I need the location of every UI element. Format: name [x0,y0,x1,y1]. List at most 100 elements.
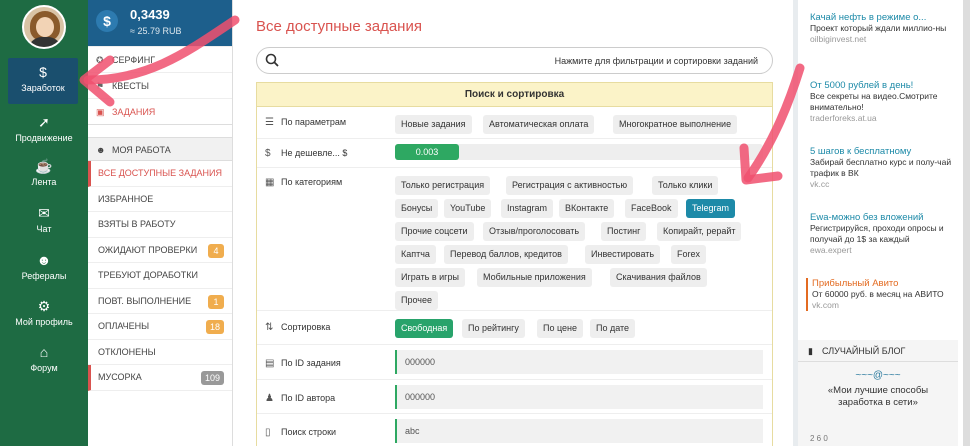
category-chip[interactable]: Регистрация с активностью [506,176,634,195]
search-icon [265,53,279,67]
search-string-input[interactable]: abc [395,419,763,443]
menu-label: СЕРФИНГ [112,55,156,65]
category-chip[interactable]: Постинг [601,222,647,241]
category-chip[interactable]: Играть в игры [395,268,465,287]
category-chip[interactable]: Скачивания файлов [610,268,707,287]
category-chip[interactable]: Прочие соцсети [395,222,474,241]
ad-block[interactable]: От 5000 рублей в день! Все секреты на ви… [810,80,960,124]
sort-option[interactable]: По дате [590,319,636,338]
category-chip-selected[interactable]: Telegram [686,199,736,218]
category-chip[interactable]: Бонусы [395,199,439,218]
min-price-value[interactable]: 0.003 [395,144,459,160]
param-chip[interactable]: Многократное выполнение [613,115,738,134]
menu-item-quests[interactable]: ⚑ КВЕСТЫ [88,72,232,98]
category-chip[interactable]: ВКонтакте [559,199,615,218]
coffee-icon: ☕ [35,158,53,174]
ad-title[interactable]: От 5000 рублей в день! [810,80,960,91]
rocket-icon: ➚ [38,114,50,130]
count-badge: 1 [208,294,224,309]
compass-icon: ✪ [96,55,104,65]
ad-title[interactable]: Качай нефть в режиме о... [810,12,960,23]
category-chip[interactable]: Только клики [652,176,719,195]
min-price-label: Не дешевле... $ [281,148,348,158]
filter-toggle-bar[interactable]: Нажмите для фильтрации и сортировки зада… [256,47,773,74]
avatar[interactable] [22,5,66,49]
task-id-input[interactable]: 000000 [395,350,763,374]
nav-item-profile[interactable]: ⚙ Мой профиль [0,292,88,338]
category-chip[interactable]: Прочее [395,291,438,310]
params-label: По параметрам [281,117,347,127]
nav-item-earnings[interactable]: $ Заработок [8,58,78,104]
sort-option[interactable]: По цене [537,319,584,338]
count-badge: 4 [208,243,224,258]
blog-header: ▮ СЛУЧАЙНЫЙ БЛОГ [798,340,958,362]
ad-block-highlighted[interactable]: Прибыльный Авито От 60000 руб. в месяц н… [806,278,956,311]
nav-item-forum[interactable]: ⌂ Форум [0,338,88,384]
nav-label: Лента [31,177,57,187]
sort-label: Сортировка [281,322,331,332]
category-chip[interactable]: Мобильные приложения [477,268,592,287]
menu-item-surfing[interactable]: ✪ СЕРФИНГ [88,46,232,72]
nav-item-promotion[interactable]: ➚ Продвижение [0,108,88,154]
work-item-rework[interactable]: ТРЕБУЮТ ДОРАБОТКИ [88,263,232,289]
ad-block[interactable]: Качай нефть в режиме о... Проект который… [810,12,960,45]
scrollbar[interactable] [963,0,970,446]
work-item-awaiting[interactable]: ОЖИДАЮТ ПРОВЕРКИ 4 [88,238,232,263]
main-nav: $ Заработок ➚ Продвижение ☕ Лента ✉ Чат … [0,0,88,446]
work-item-in-progress[interactable]: ВЗЯТЫ В РАБОТУ [88,212,232,238]
param-chip[interactable]: Новые задания [395,115,472,134]
bookmark-icon: ▮ [808,346,813,356]
nav-item-feed[interactable]: ☕ Лента [0,152,88,198]
category-chip[interactable]: FaceBook [625,199,678,218]
panel-title: Поиск и сортировка [257,83,772,107]
category-chip[interactable]: Копирайт, рерайт [657,222,742,241]
category-chip[interactable]: YouTube [444,199,492,218]
blog-meta: 2 6 0 [810,434,828,443]
ads-sidebar: Качай нефть в режиме о... Проект который… [798,0,963,446]
work-label: МУСОРКА [98,372,142,382]
sort-option-selected[interactable]: Свободная [395,319,454,338]
category-chip[interactable]: Forex [671,245,707,264]
category-chip[interactable]: Инвестировать [585,245,661,264]
nav-item-chat[interactable]: ✉ Чат [0,199,88,245]
nav-item-referrals[interactable]: ☻ Рефералы [0,246,88,292]
search-string-label: Поиск строки [281,427,337,437]
category-chip[interactable]: Каптча [395,245,436,264]
ad-title[interactable]: Прибыльный Авито [812,278,956,289]
menu-label: ЗАДАНИЯ [112,107,156,117]
ad-title[interactable]: Ewa-можно без вложений [810,212,960,223]
sort-option[interactable]: По рейтингу [462,319,525,338]
balance-widget[interactable]: $ 0,3439 ≈ 25.79 RUB [88,0,232,46]
category-chip[interactable]: Перевод баллов, кредитов [444,245,568,264]
blog-post-link[interactable]: «Мои лучшие способы заработка в сети» [798,385,958,409]
section-sidebar: $ 0,3439 ≈ 25.79 RUB ✪ СЕРФИНГ ⚑ КВЕСТЫ ▣ З… [88,0,233,446]
ad-title[interactable]: 5 шагов к бесплатному [810,146,960,157]
min-price-slider[interactable]: 0.003 [395,144,763,160]
count-badge: 18 [205,320,224,334]
users-icon: ☻ [36,252,52,268]
category-chip[interactable]: Только регистрация [395,176,491,195]
nav-label: Форум [30,363,58,373]
work-item-repeat[interactable]: ПОВТ. ВЫПОЛНЕНИЕ 1 [88,289,232,314]
nav-label: Рефералы [21,271,67,281]
work-item-all[interactable]: ВСЕ ДОСТУПНЫЕ ЗАДАНИЯ [88,161,232,187]
ad-block[interactable]: Ewa-можно без вложений Регистрируйся, пр… [810,212,960,256]
ad-site: traderforeks.at.ua [810,113,877,123]
category-chip[interactable]: Instagram [501,199,554,218]
sliders-icon: ☰ [265,117,274,128]
app-root: $ Заработок ➚ Продвижение ☕ Лента ✉ Чат … [0,0,970,446]
work-item-favorites[interactable]: ИЗБРАННОЕ [88,187,232,212]
ad-desc: Забирай бесплатно курс и полу-чай трафик… [810,157,952,178]
param-chip[interactable]: Автоматическая оплата [483,115,595,134]
author-id-row: ♟ По ID автора 000000 [257,380,772,414]
dollar-icon: $ [96,10,118,32]
category-chip[interactable]: Отзыв/проголосовать [483,222,586,241]
sort-row: ⇅ Сортировка Свободная По рейтингу По цен… [257,311,772,345]
work-item-paid[interactable]: ОПЛАЧЕНЫ 18 [88,314,232,340]
work-item-rejected[interactable]: ОТКЛОНЕНЫ [88,340,232,365]
author-id-input[interactable]: 000000 [395,385,763,409]
ad-block[interactable]: 5 шагов к бесплатному Забирай бесплатно … [810,146,960,190]
ad-site: vk.com [812,300,839,310]
work-item-trash[interactable]: МУСОРКА 109 [88,365,232,391]
menu-item-tasks[interactable]: ▣ ЗАДАНИЯ [88,98,232,124]
